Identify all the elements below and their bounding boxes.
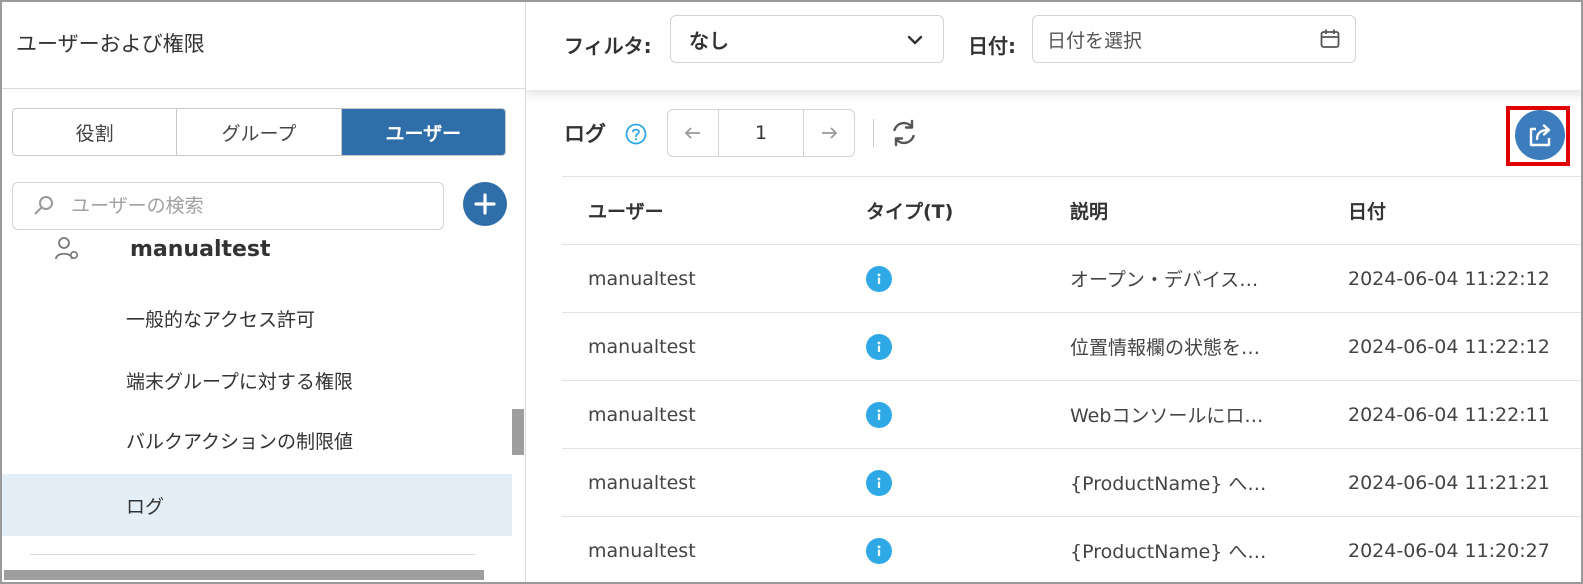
cell-user: manualtest — [588, 335, 696, 358]
user-search-box[interactable] — [12, 182, 444, 230]
log-title: ログ — [564, 122, 606, 146]
table-row[interactable]: manualtest {ProductName} へ… 2024-06-04 1… — [562, 448, 1581, 516]
cell-user: manualtest — [588, 267, 696, 290]
menu-item-general-permissions[interactable]: 一般的なアクセス許可 — [2, 287, 512, 349]
table-header: ユーザー タイプ(T) 説明 日付 — [562, 176, 1581, 244]
arrow-left-icon — [684, 127, 700, 139]
panel-title: ユーザーおよび権限 — [16, 32, 205, 56]
app-window: ユーザーおよび権限 役割 グループ ユーザー manualtest 一般的なアク… — [0, 0, 1583, 584]
cell-description: 位置情報欄の状態を… — [1070, 337, 1261, 359]
calendar-icon — [1319, 28, 1341, 55]
cell-user: manualtest — [588, 539, 696, 562]
column-header-user[interactable]: ユーザー — [588, 177, 848, 244]
cell-date: 2024-06-04 11:22:11 — [1348, 403, 1550, 426]
cell-user: manualtest — [588, 471, 696, 494]
column-header-type[interactable]: タイプ(T) — [866, 177, 1046, 244]
cell-date: 2024-06-04 11:22:12 — [1348, 335, 1550, 358]
horizontal-scrollbar[interactable] — [4, 570, 484, 580]
filter-select[interactable]: なし — [670, 15, 944, 63]
cell-type — [866, 517, 1046, 582]
filter-bar: フィルタ: なし 日付: 日付を選択 — [526, 2, 1581, 90]
cell-description: {ProductName} へ… — [1070, 541, 1267, 563]
divider — [30, 554, 476, 555]
info-icon — [866, 537, 892, 564]
menu-item-log[interactable]: ログ — [2, 474, 512, 536]
cell-type — [866, 245, 1046, 312]
column-header-description[interactable]: 説明 — [1070, 177, 1300, 244]
info-icon — [866, 469, 892, 496]
cell-type — [866, 313, 1046, 380]
next-page-button[interactable] — [804, 110, 854, 156]
cell-description: Webコンソールにロ… — [1070, 405, 1264, 427]
cell-date: 2024-06-04 11:22:12 — [1348, 267, 1550, 290]
info-icon — [866, 401, 892, 428]
divider — [2, 88, 525, 89]
search-icon — [31, 193, 57, 219]
refresh-icon[interactable] — [888, 117, 920, 149]
info-icon — [866, 333, 892, 360]
cell-date: 2024-06-04 11:20:27 — [1348, 539, 1550, 562]
prev-page-button[interactable] — [668, 110, 718, 156]
table-row[interactable]: manualtest オープン・デバイス… 2024-06-04 11:22:1… — [562, 244, 1581, 312]
divider — [873, 119, 874, 147]
table-row[interactable]: manualtest {ProductName} へ… 2024-06-04 1… — [562, 516, 1581, 582]
page-number[interactable]: 1 — [718, 110, 804, 156]
right-panel: フィルタ: なし 日付: 日付を選択 ログ 1 ユーザー タイプ(T) 説明 日… — [526, 2, 1581, 582]
left-panel: ユーザーおよび権限 役割 グループ ユーザー manualtest 一般的なアク… — [2, 2, 526, 582]
segmented-tabs: 役割 グループ ユーザー — [12, 108, 506, 156]
date-label: 日付: — [968, 34, 1016, 58]
plus-icon — [474, 193, 496, 215]
user-search-input[interactable] — [71, 195, 411, 217]
cell-description: {ProductName} へ… — [1070, 473, 1267, 495]
cell-description: オープン・デバイス… — [1070, 269, 1259, 291]
user-icon — [52, 234, 82, 264]
log-table: ユーザー タイプ(T) 説明 日付 manualtest オープン・デバイス… … — [562, 176, 1581, 582]
export-button[interactable] — [1515, 110, 1565, 160]
arrow-right-icon — [822, 127, 838, 139]
menu-item-device-group-permissions[interactable]: 端末グループに対する権限 — [2, 349, 512, 411]
cell-type — [866, 381, 1046, 448]
column-header-date[interactable]: 日付 — [1348, 177, 1581, 244]
pagination: 1 — [667, 109, 855, 157]
help-icon[interactable] — [625, 123, 647, 145]
filter-value: なし — [689, 28, 729, 53]
chevron-down-icon — [905, 30, 925, 55]
info-icon — [866, 265, 892, 292]
tab-users[interactable]: ユーザー — [341, 109, 505, 155]
date-picker[interactable]: 日付を選択 — [1032, 15, 1356, 63]
table-row[interactable]: manualtest 位置情報欄の状態を… 2024-06-04 11:22:1… — [562, 312, 1581, 380]
cell-user: manualtest — [588, 403, 696, 426]
tab-groups[interactable]: グループ — [177, 109, 342, 155]
add-user-button[interactable] — [463, 182, 507, 226]
user-name: manualtest — [130, 236, 271, 262]
tab-roles[interactable]: 役割 — [13, 109, 178, 155]
date-placeholder: 日付を選択 — [1047, 29, 1143, 52]
cell-type — [866, 449, 1046, 516]
vertical-scrollbar[interactable] — [512, 409, 524, 455]
export-icon — [1529, 124, 1551, 147]
cell-date: 2024-06-04 11:21:21 — [1348, 471, 1550, 494]
user-entry[interactable]: manualtest — [52, 234, 271, 264]
menu-item-bulk-action-limits[interactable]: バルクアクションの制限値 — [2, 409, 512, 471]
table-row[interactable]: manualtest Webコンソールにロ… 2024-06-04 11:22:… — [562, 380, 1581, 448]
filter-label: フィルタ: — [564, 34, 652, 58]
